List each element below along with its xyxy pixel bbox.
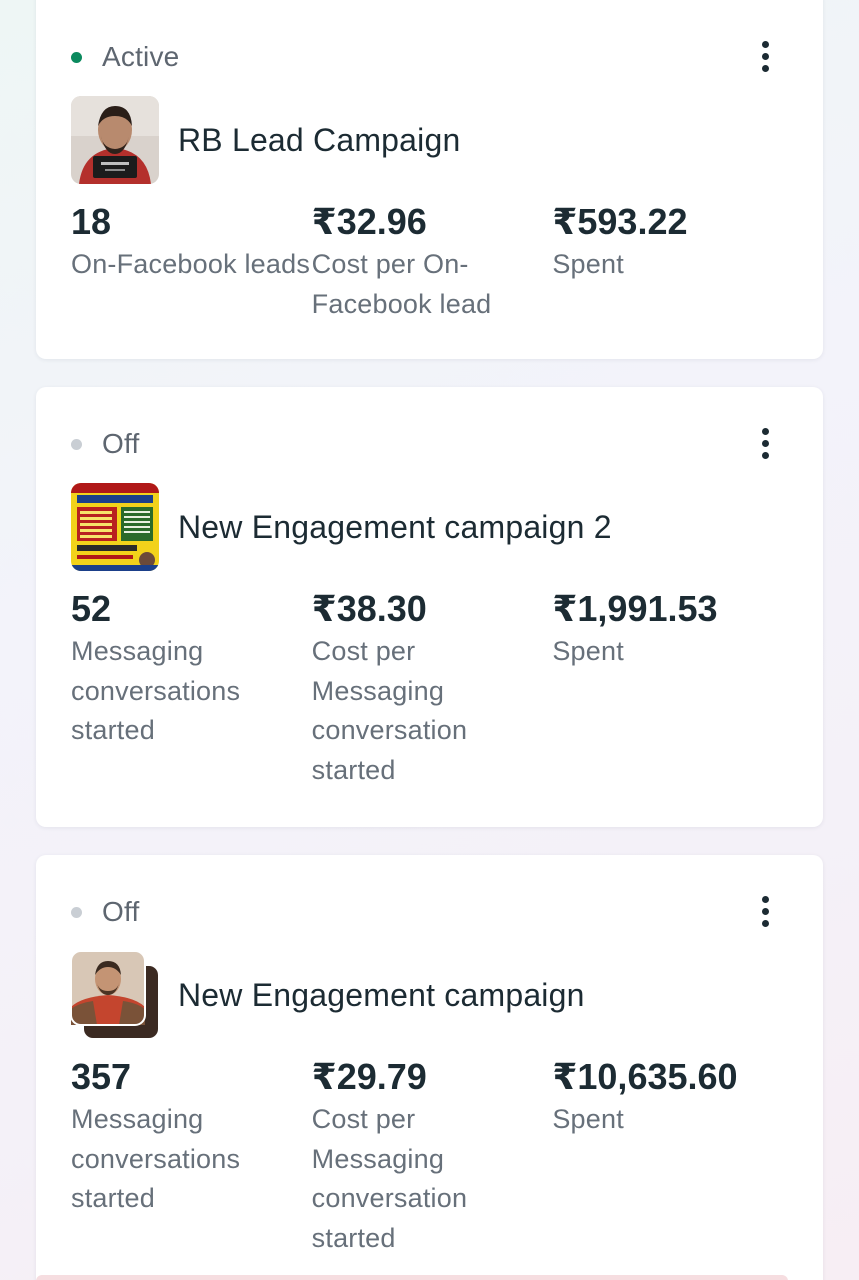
next-card-edge (36, 1275, 788, 1280)
metric-value: 357 (71, 1056, 132, 1097)
metric-label: Cost per On-Facebook lead (311, 249, 492, 319)
campaign-card[interactable]: Active RB Lead Campaign 18 On-Facebook l… (36, 0, 823, 359)
campaign-card[interactable]: Off New Engagement campaign 2 52 Messagi… (36, 387, 823, 827)
status-text: Off (102, 428, 140, 459)
metrics-row: 18 On-Facebook leads ₹32.96 Cost per On-… (71, 200, 793, 324)
metrics-row: 357 Messaging conversations started ₹29.… (71, 1055, 793, 1258)
status-dot (71, 51, 82, 63)
metric-label: On-Facebook leads (71, 249, 311, 279)
status-indicator: Off (71, 896, 140, 927)
more-options-icon[interactable] (751, 423, 779, 463)
campaign-name: RB Lead Campaign (178, 121, 461, 158)
metric-value: 52 (71, 588, 112, 629)
status-text: Off (102, 896, 140, 927)
metric-value: ₹593.22 (552, 201, 688, 242)
metric-label: Messaging conversations started (71, 1104, 241, 1213)
metric-label: Spent (552, 249, 624, 279)
metric-spent: ₹593.22 Spent (552, 200, 793, 324)
more-options-icon[interactable] (751, 36, 779, 76)
campaign-header[interactable]: New Engagement campaign (70, 950, 585, 1040)
metrics-row: 52 Messaging conversations started ₹38.3… (71, 587, 793, 790)
metric-spent: ₹10,635.60 Spent (552, 1055, 793, 1258)
metric-label: Cost per Messaging conversation started (311, 636, 468, 785)
status-indicator: Active (71, 41, 180, 72)
metric-label: Spent (552, 1104, 624, 1134)
metric-value: ₹38.30 (311, 588, 427, 629)
metric-cost-per-result: ₹32.96 Cost per On-Facebook lead (312, 200, 553, 324)
status-dot (71, 438, 82, 450)
metric-label: Spent (552, 636, 624, 666)
campaign-header[interactable]: RB Lead Campaign (71, 96, 460, 184)
campaign-name: New Engagement campaign 2 (178, 508, 612, 545)
metric-results: 18 On-Facebook leads (71, 200, 312, 324)
metric-value: ₹10,635.60 (552, 1056, 738, 1097)
metric-value: ₹32.96 (311, 201, 427, 242)
metric-results: 52 Messaging conversations started (71, 587, 312, 790)
campaign-name: New Engagement campaign (178, 976, 585, 1013)
metric-cost-per-result: ₹29.79 Cost per Messaging conversation s… (312, 1055, 553, 1258)
campaign-thumbnail-stack (70, 950, 160, 1040)
campaign-header[interactable]: New Engagement campaign 2 (71, 483, 612, 571)
campaign-thumbnail (71, 483, 159, 571)
metric-spent: ₹1,991.53 Spent (552, 587, 793, 790)
metric-cost-per-result: ₹38.30 Cost per Messaging conversation s… (312, 587, 553, 790)
metric-value: ₹1,991.53 (552, 588, 718, 629)
status-indicator: Off (71, 428, 140, 459)
campaign-thumbnail (71, 96, 159, 184)
metric-results: 357 Messaging conversations started (71, 1055, 312, 1258)
status-dot (71, 906, 82, 918)
metric-value: 18 (71, 201, 112, 242)
metric-label: Cost per Messaging conversation started (311, 1104, 468, 1253)
campaign-card[interactable]: Off New Engagement campaign 357 Messagin… (36, 855, 823, 1280)
metric-value: ₹29.79 (311, 1056, 427, 1097)
status-text: Active (102, 41, 180, 72)
more-options-icon[interactable] (751, 891, 779, 931)
metric-label: Messaging conversations started (71, 636, 241, 745)
